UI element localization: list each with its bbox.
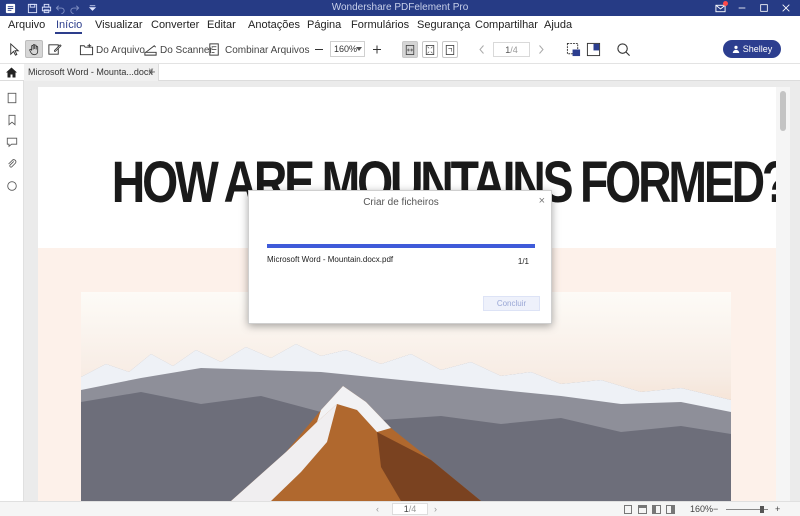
from-scanner-button[interactable]: Do Scanner <box>160 45 213 56</box>
zoom-out-icon[interactable] <box>313 43 325 55</box>
next-page-icon[interactable] <box>536 43 546 55</box>
vertical-scrollbar[interactable] <box>776 87 790 501</box>
minimize-icon[interactable] <box>735 2 749 14</box>
menu-editar[interactable]: Editar <box>207 19 236 31</box>
open-folder-icon[interactable] <box>78 42 94 57</box>
zoom-select[interactable]: 160% <box>330 41 365 57</box>
bookmark-icon[interactable] <box>5 113 19 127</box>
zoom-slider-handle[interactable] <box>760 506 764 513</box>
hand-tool-icon[interactable] <box>25 40 43 58</box>
status-zoom-out[interactable]: − <box>713 504 718 514</box>
two-page-view-icon[interactable] <box>652 505 661 514</box>
progress-bar <box>267 244 535 248</box>
status-page-total: /4 <box>408 504 417 514</box>
dialog-filename: Microsoft Word - Mountain.docx.pdf <box>267 255 394 264</box>
page-total: /4 <box>510 45 518 55</box>
menu-compartilhar[interactable]: Compartilhar <box>475 19 538 31</box>
user-account-button[interactable]: Shelley <box>723 40 781 58</box>
menu-pagina[interactable]: Página <box>307 19 341 31</box>
menu-formularios[interactable]: Formulários <box>351 19 409 31</box>
new-tab-icon[interactable]: + <box>148 64 156 79</box>
combine-files-button[interactable]: Combinar Arquivos <box>225 45 309 56</box>
notification-mail-icon[interactable] <box>713 1 728 14</box>
from-file-button[interactable]: Do Arquivo <box>96 45 145 56</box>
fit-width-icon[interactable] <box>402 41 418 58</box>
status-page-field[interactable]: 1/4 <box>392 503 428 515</box>
status-zoom-in[interactable]: + <box>775 504 780 514</box>
menu-converter[interactable]: Converter <box>151 19 199 31</box>
create-files-dialog: Criar de ficheiros × Microsoft Word - Mo… <box>248 190 552 324</box>
actual-size-icon[interactable] <box>442 41 458 58</box>
progress-fill <box>267 244 535 248</box>
fit-page-icon[interactable] <box>422 41 438 58</box>
screenshot-ocr-icon[interactable] <box>565 41 581 57</box>
two-page-continuous-icon[interactable] <box>666 505 675 514</box>
page-number-field[interactable]: 1/4 <box>493 42 530 57</box>
single-page-view-icon[interactable] <box>624 505 632 514</box>
status-prev-page-icon[interactable]: ‹ <box>376 504 379 514</box>
search-panel-icon[interactable] <box>5 179 19 193</box>
combine-files-icon[interactable] <box>207 42 222 57</box>
menu-bar: Arquivo Início Visualizar Converter Edit… <box>0 16 800 34</box>
maximize-icon[interactable] <box>757 2 771 14</box>
home-icon[interactable] <box>5 66 18 78</box>
status-zoom-value: 160% <box>690 504 714 514</box>
finish-button[interactable]: Concluir <box>483 296 540 311</box>
close-window-icon[interactable] <box>779 2 793 14</box>
menu-inicio[interactable]: Início <box>56 19 82 31</box>
title-bar: Wondershare PDFelement Pro <box>0 0 800 16</box>
left-sidebar <box>0 81 24 516</box>
app-title: Wondershare PDFelement Pro <box>331 2 469 13</box>
edit-tool-icon[interactable] <box>46 41 62 57</box>
dialog-file-count: 1/1 <box>517 257 529 266</box>
status-bar: ‹ 1/4 › 160% − + <box>0 501 800 516</box>
dialog-close-icon[interactable]: × <box>539 195 545 207</box>
document-tab-label: Microsoft Word - Mounta...docx <box>28 67 153 77</box>
menu-arquivo[interactable]: Arquivo <box>8 19 45 31</box>
search-icon[interactable] <box>615 41 631 57</box>
comment-icon[interactable] <box>5 135 19 149</box>
previous-page-icon[interactable] <box>477 43 487 55</box>
menu-ajuda[interactable]: Ajuda <box>544 19 572 31</box>
batch-process-icon[interactable] <box>585 41 601 57</box>
attachment-icon[interactable] <box>5 157 19 171</box>
thumbnails-icon[interactable] <box>5 91 19 105</box>
scrollbar-thumb[interactable] <box>780 91 786 131</box>
user-name: Shelley <box>742 44 773 54</box>
menu-seguranca[interactable]: Segurança <box>417 19 470 31</box>
status-next-page-icon[interactable]: › <box>434 504 437 514</box>
select-tool-icon[interactable] <box>6 41 22 57</box>
continuous-view-icon[interactable] <box>638 505 647 514</box>
menu-anotacoes[interactable]: Anotações <box>248 19 300 31</box>
zoom-value: 160% <box>334 44 358 54</box>
zoom-in-icon[interactable] <box>371 43 383 55</box>
scanner-icon[interactable] <box>142 42 158 57</box>
document-tab[interactable]: Microsoft Word - Mounta...docx × <box>24 64 159 81</box>
dialog-title: Criar de ficheiros <box>363 197 439 208</box>
user-icon <box>732 45 739 53</box>
menu-visualizar[interactable]: Visualizar <box>95 19 143 31</box>
